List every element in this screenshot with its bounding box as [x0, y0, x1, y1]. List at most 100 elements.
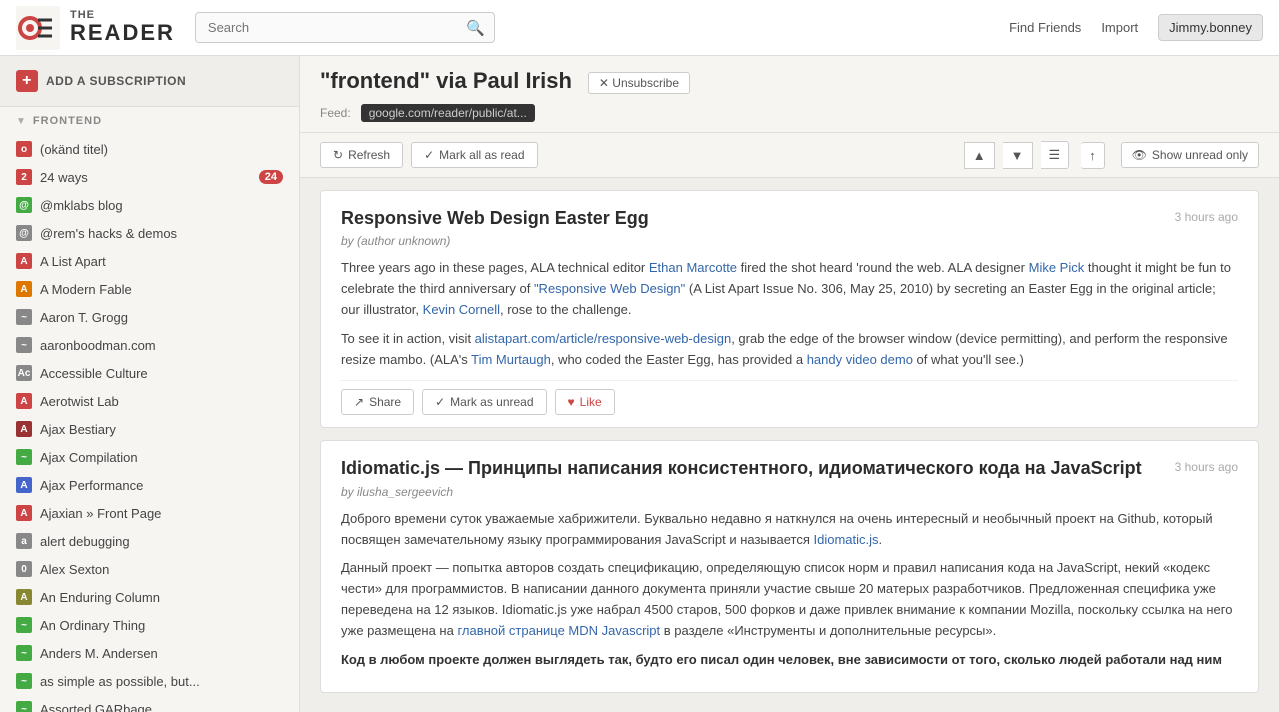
show-unread-button[interactable]: 👁 Show unread only — [1121, 142, 1259, 168]
sidebar: + ADD A SUBSCRIPTION ▼ FRONTEND o (okänd… — [0, 56, 300, 712]
sidebar-favicon: ~ — [16, 309, 32, 325]
sidebar-favicon: ~ — [16, 701, 32, 712]
logo-icon — [16, 6, 60, 50]
search-box: 🔍 — [195, 12, 495, 43]
rwd-link[interactable]: "Responsive Web Design" — [534, 281, 685, 296]
unsubscribe-button[interactable]: ✕ Unsubscribe — [588, 72, 690, 94]
mdn-link[interactable]: главной странице MDN Javascript — [457, 623, 660, 638]
nav-next-button[interactable]: ▼ — [1003, 142, 1033, 169]
like-button[interactable]: ♥ Like — [555, 389, 615, 415]
sidebar-item-label: Ajax Performance — [40, 478, 143, 493]
article-title[interactable]: Responsive Web Design Easter Egg — [341, 207, 1155, 230]
sidebar-item-andersm[interactable]: ~ Anders M. Andersen — [0, 639, 299, 667]
feed-label: Feed: — [320, 106, 351, 120]
sidebar-item-ajaxcompilation[interactable]: ~ Ajax Compilation — [0, 443, 299, 471]
refresh-icon: ↻ — [333, 148, 343, 162]
sidebar-item-label: @mklabs blog — [40, 198, 123, 213]
sidebar-item-rems[interactable]: @ @rem's hacks & demos — [0, 219, 299, 247]
search-icon: 🔍 — [466, 19, 485, 37]
sidebar-item-label: Ajaxian » Front Page — [40, 506, 161, 521]
find-friends-link[interactable]: Find Friends — [1009, 20, 1081, 35]
feed-url: google.com/reader/public/at... — [361, 104, 535, 122]
sidebar-item-label: @rem's hacks & demos — [40, 226, 177, 241]
sidebar-item-label: Alex Sexton — [40, 562, 109, 577]
tim-link[interactable]: Tim Murtaugh — [471, 352, 551, 367]
sidebar-item-label: (okänd titel) — [40, 142, 108, 157]
sidebar-item-modernfable[interactable]: A A Modern Fable — [0, 275, 299, 303]
sidebar-item-label: Aaron T. Grogg — [40, 310, 128, 325]
nav-prev-button[interactable]: ▲ — [964, 142, 995, 169]
sidebar-item-label: 24 ways — [40, 170, 88, 185]
sidebar-favicon: @ — [16, 197, 32, 213]
mark-unread-button[interactable]: ✓ Mark as unread — [422, 389, 546, 415]
share-button[interactable]: ↗ Share — [341, 389, 414, 415]
sidebar-favicon: ~ — [16, 673, 32, 689]
search-input[interactable] — [195, 12, 495, 43]
sidebar-item-alexsexton[interactable]: 0 Alex Sexton — [0, 555, 299, 583]
layout: + ADD A SUBSCRIPTION ▼ FRONTEND o (okänd… — [0, 56, 1279, 712]
section-frontend[interactable]: ▼ FRONTEND — [0, 107, 299, 135]
sidebar-favicon: A — [16, 589, 32, 605]
video-link[interactable]: handy video demo — [807, 352, 913, 367]
kevin-link[interactable]: Kevin Cornell — [423, 302, 500, 317]
share-icon: ↗ — [354, 395, 364, 409]
main-content: "frontend" via Paul Irish ✕ Unsubscribe … — [300, 56, 1279, 712]
sidebar-item-okand[interactable]: o (okänd titel) — [0, 135, 299, 163]
import-link[interactable]: Import — [1101, 20, 1138, 35]
sidebar-item-24ways[interactable]: 2 24 ways 24 — [0, 163, 299, 191]
nav-list-button[interactable]: ☰ — [1041, 141, 1070, 169]
idiomatic-link[interactable]: Idiomatic.js — [814, 532, 879, 547]
article-header: Idiomatic.js — Принципы написания консис… — [341, 457, 1238, 480]
nav-up-button[interactable]: ↑ — [1081, 142, 1105, 169]
add-subscription-button[interactable]: + ADD A SUBSCRIPTION — [0, 56, 299, 107]
sidebar-item-label: alert debugging — [40, 534, 130, 549]
sidebar-item-alist[interactable]: A A List Apart — [0, 247, 299, 275]
sidebar-favicon: ~ — [16, 617, 32, 633]
sidebar-item-ordinarything[interactable]: ~ An Ordinary Thing — [0, 611, 299, 639]
logo[interactable]: THE READER — [16, 6, 175, 50]
sidebar-item-ajaxian[interactable]: A Ajaxian » Front Page — [0, 499, 299, 527]
sidebar-item-ajaxbestiary[interactable]: A Ajax Bestiary — [0, 415, 299, 443]
feed-title: "frontend" via Paul Irish — [320, 68, 572, 94]
sidebar-item-assortedgar[interactable]: ~ Assorted GARbage — [0, 695, 299, 712]
sidebar-favicon: o — [16, 141, 32, 157]
sidebar-favicon: a — [16, 533, 32, 549]
sidebar-favicon: 2 — [16, 169, 32, 185]
refresh-button[interactable]: ↻ Refresh — [320, 142, 403, 168]
article-body: Three years ago in these pages, ALA tech… — [341, 258, 1238, 370]
sidebar-item-enduringcol[interactable]: A An Enduring Column — [0, 583, 299, 611]
logo-text: THE READER — [70, 9, 175, 45]
sidebar-favicon: ~ — [16, 449, 32, 465]
mark-icon: ✓ — [435, 395, 445, 409]
sidebar-item-label: Anders M. Andersen — [40, 646, 158, 661]
heart-icon: ♥ — [568, 395, 575, 409]
sidebar-item-accessible[interactable]: Ac Accessible Culture — [0, 359, 299, 387]
mikepick-link[interactable]: Mike Pick — [1029, 260, 1085, 275]
sidebar-item-aaronboodman[interactable]: ~ aaronboodman.com — [0, 331, 299, 359]
sidebar-item-label: as simple as possible, but... — [40, 674, 200, 689]
sidebar-favicon: ~ — [16, 645, 32, 661]
sidebar-item-label: A Modern Fable — [40, 282, 132, 297]
article-title[interactable]: Idiomatic.js — Принципы написания консис… — [341, 457, 1155, 480]
user-menu[interactable]: Jimmy.bonney — [1158, 14, 1263, 41]
sidebar-favicon: 0 — [16, 561, 32, 577]
sidebar-item-ajaxperf[interactable]: A Ajax Performance — [0, 471, 299, 499]
sidebar-item-aaron[interactable]: ~ Aaron T. Grogg — [0, 303, 299, 331]
chevron-down-icon: ▼ — [16, 116, 27, 127]
article-card: Idiomatic.js — Принципы написания консис… — [320, 440, 1259, 693]
sidebar-items: o (okänd titel) 2 24 ways 24 @ @mklabs b… — [0, 135, 299, 712]
alist-link[interactable]: alistapart.com/article/responsive-web-de… — [475, 331, 732, 346]
article-header: Responsive Web Design Easter Egg 3 hours… — [341, 207, 1238, 230]
sidebar-item-assimpleposs[interactable]: ~ as simple as possible, but... — [0, 667, 299, 695]
sidebar-favicon: A — [16, 281, 32, 297]
article-author: by (author unknown) — [341, 234, 1238, 248]
sidebar-item-alertdebug[interactable]: a alert debugging — [0, 527, 299, 555]
ethan-link[interactable]: Ethan Marcotte — [649, 260, 737, 275]
articles-list: Responsive Web Design Easter Egg 3 hours… — [300, 178, 1279, 712]
sidebar-item-label: A List Apart — [40, 254, 106, 269]
sidebar-item-aerotwist[interactable]: A Aerotwist Lab — [0, 387, 299, 415]
mark-all-read-button[interactable]: ✓ Mark all as read — [411, 142, 537, 168]
sidebar-item-mklabs[interactable]: @ @mklabs blog — [0, 191, 299, 219]
logo-reader: READER — [70, 21, 175, 45]
article-actions: ↗ Share ✓ Mark as unread ♥ Like — [341, 380, 1238, 415]
